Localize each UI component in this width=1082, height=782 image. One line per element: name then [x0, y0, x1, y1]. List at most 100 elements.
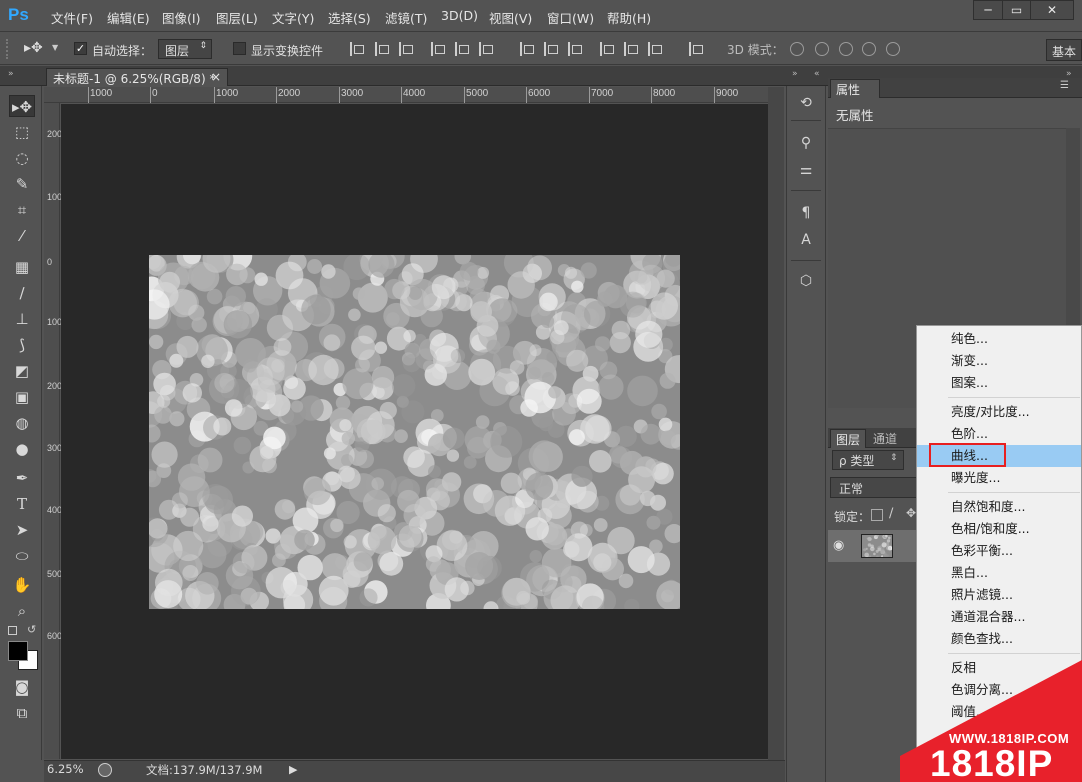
- show-transform-checkbox[interactable]: [233, 42, 246, 55]
- menu-type[interactable]: 文字(Y): [272, 8, 314, 27]
- align-hcenter-icon[interactable]: [455, 42, 469, 56]
- zoom-tool-icon[interactable]: ⌕: [9, 600, 35, 622]
- distribute-vcenter-icon[interactable]: [544, 42, 558, 56]
- brush-tool-icon[interactable]: ∕: [9, 282, 35, 304]
- expand-column-icon[interactable]: »: [792, 69, 798, 79]
- menu-entry-channel-mixer[interactable]: 通道混合器...: [917, 606, 1081, 628]
- restore-button[interactable]: ▭: [1002, 0, 1031, 20]
- auto-select-checkbox[interactable]: ✓: [74, 42, 87, 55]
- clone-stamp-tool-icon[interactable]: ⊥: [9, 308, 35, 330]
- paragraph-panel-icon[interactable]: ¶: [795, 203, 817, 223]
- close-tab-icon[interactable]: ×: [211, 70, 221, 84]
- crop-tool-icon[interactable]: ⌗: [9, 199, 35, 221]
- eyedropper-tool-icon[interactable]: ⁄: [9, 225, 35, 247]
- align-bottom-icon[interactable]: [399, 42, 413, 56]
- workspace-switcher-button[interactable]: 基本: [1046, 39, 1082, 61]
- auto-select-target-select[interactable]: 图层 ⇕: [158, 39, 212, 59]
- move-tool-preset-icon[interactable]: ▸✥: [24, 40, 43, 56]
- 3d-roll-icon[interactable]: [815, 42, 829, 56]
- default-colors-icon[interactable]: [8, 626, 17, 635]
- 3d-rotate-icon[interactable]: [790, 42, 804, 56]
- menu-entry-pattern[interactable]: 图案...: [917, 372, 1081, 394]
- vertical-scrollbar[interactable]: [768, 87, 784, 760]
- distribute-top-icon[interactable]: [520, 42, 534, 56]
- quick-select-tool-icon[interactable]: ✎: [9, 173, 35, 195]
- distribute-right-icon[interactable]: [648, 42, 662, 56]
- hand-tool-icon[interactable]: ✋: [9, 574, 35, 596]
- tab-layers[interactable]: 图层: [830, 429, 867, 448]
- document-image-bokeh[interactable]: [149, 255, 680, 609]
- status-menu-arrow-icon[interactable]: ▶: [289, 763, 297, 776]
- foreground-color-swatch[interactable]: [8, 641, 28, 661]
- lasso-tool-icon[interactable]: ◌: [9, 147, 35, 169]
- path-select-tool-icon[interactable]: ➤: [9, 519, 35, 541]
- history-brush-tool-icon[interactable]: ⟆: [9, 334, 35, 356]
- pen-tool-icon[interactable]: ✒: [9, 467, 35, 489]
- menu-entry-black-white[interactable]: 黑白...: [917, 562, 1081, 584]
- screen-mode-icon[interactable]: ⧉: [9, 702, 35, 724]
- properties-tab[interactable]: 属性: [830, 79, 880, 98]
- 3d-scale-icon[interactable]: [886, 42, 900, 56]
- menu-entry-color-lookup[interactable]: 颜色查找...: [917, 628, 1081, 650]
- move-tool-icon[interactable]: ▸✥: [9, 95, 35, 117]
- menu-entry-color-balance[interactable]: 色彩平衡...: [917, 540, 1081, 562]
- ellipse-tool-icon[interactable]: ⬭: [9, 545, 35, 567]
- lock-brush-icon[interactable]: ∕: [889, 506, 893, 521]
- lock-transparency-icon[interactable]: [871, 509, 883, 521]
- blend-mode-select[interactable]: 正常: [830, 477, 918, 498]
- distribute-left-icon[interactable]: [600, 42, 614, 56]
- distribute-bottom-icon[interactable]: [568, 42, 582, 56]
- menu-edit[interactable]: 编辑(E): [107, 8, 150, 27]
- document-tab[interactable]: 未标题-1 @ 6.25%(RGB/8) * ×: [46, 68, 228, 86]
- 3d-slide-icon[interactable]: [862, 42, 876, 56]
- align-left-icon[interactable]: [431, 42, 445, 56]
- menu-entry-solid-color[interactable]: 纯色...: [917, 328, 1081, 350]
- menu-entry-vibrance[interactable]: 自然饱和度...: [917, 496, 1081, 518]
- collapse-toolbar-icon[interactable]: »: [8, 69, 14, 79]
- menu-entry-hue-saturation[interactable]: 色相/饱和度...: [917, 518, 1081, 540]
- menu-file[interactable]: 文件(F): [51, 8, 93, 27]
- spot-healing-tool-icon[interactable]: ▦: [9, 256, 35, 278]
- menu-filter[interactable]: 滤镜(T): [385, 8, 427, 27]
- swap-colors-icon[interactable]: ↺: [27, 623, 36, 636]
- preset-dropdown-arrow-icon[interactable]: ▼: [52, 43, 58, 52]
- align-vcenter-icon[interactable]: [375, 42, 389, 56]
- marquee-tool-icon[interactable]: ⬚: [9, 121, 35, 143]
- menu-view[interactable]: 视图(V): [489, 8, 532, 27]
- menu-image[interactable]: 图像(I): [162, 8, 200, 27]
- menu-entry-levels[interactable]: 色阶...: [917, 423, 1081, 445]
- align-right-icon[interactable]: [479, 42, 493, 56]
- menu-layer[interactable]: 图层(L): [216, 8, 258, 27]
- align-top-icon[interactable]: [350, 42, 364, 56]
- brush-preset-panel-icon[interactable]: ⚲: [795, 133, 817, 153]
- menu-entry-exposure[interactable]: 曝光度...: [917, 467, 1081, 489]
- type-tool-icon[interactable]: T: [9, 493, 35, 515]
- collapse-column-icon[interactable]: «: [814, 69, 820, 79]
- eraser-tool-icon[interactable]: ◩: [9, 360, 35, 382]
- menu-help[interactable]: 帮助(H): [607, 8, 651, 27]
- menu-3d[interactable]: 3D(D): [441, 8, 478, 23]
- gradient-tool-icon[interactable]: ▣: [9, 386, 35, 408]
- menu-entry-gradient[interactable]: 渐变...: [917, 350, 1081, 372]
- adjustment-panel-icon[interactable]: ⚌: [795, 160, 817, 180]
- tab-channels[interactable]: 通道: [868, 429, 902, 448]
- visibility-eye-icon[interactable]: ◉: [833, 538, 849, 553]
- zoom-level[interactable]: 6.25%: [47, 762, 84, 776]
- options-grip[interactable]: [6, 39, 10, 59]
- 3d-panel-icon[interactable]: ⬡: [795, 271, 817, 291]
- 3d-pan-icon[interactable]: [839, 42, 853, 56]
- menu-select[interactable]: 选择(S): [328, 8, 371, 27]
- distribute-hcenter-icon[interactable]: [624, 42, 638, 56]
- blur-tool-icon[interactable]: ◍: [9, 412, 35, 434]
- quick-mask-icon[interactable]: ◙: [9, 676, 35, 698]
- dodge-tool-icon[interactable]: ●: [9, 438, 35, 460]
- auto-align-icon[interactable]: [689, 42, 703, 56]
- menu-entry-brightness-contrast[interactable]: 亮度/对比度...: [917, 401, 1081, 423]
- lock-position-icon[interactable]: ✥: [906, 506, 916, 520]
- panel-menu-icon[interactable]: ☰: [1060, 80, 1069, 91]
- menu-entry-photo-filter[interactable]: 照片滤镜...: [917, 584, 1081, 606]
- history-panel-icon[interactable]: ⟲: [795, 93, 817, 113]
- minimize-button[interactable]: ─: [973, 0, 1003, 20]
- close-window-button[interactable]: ✕: [1030, 0, 1074, 20]
- character-panel-icon[interactable]: A: [795, 230, 817, 250]
